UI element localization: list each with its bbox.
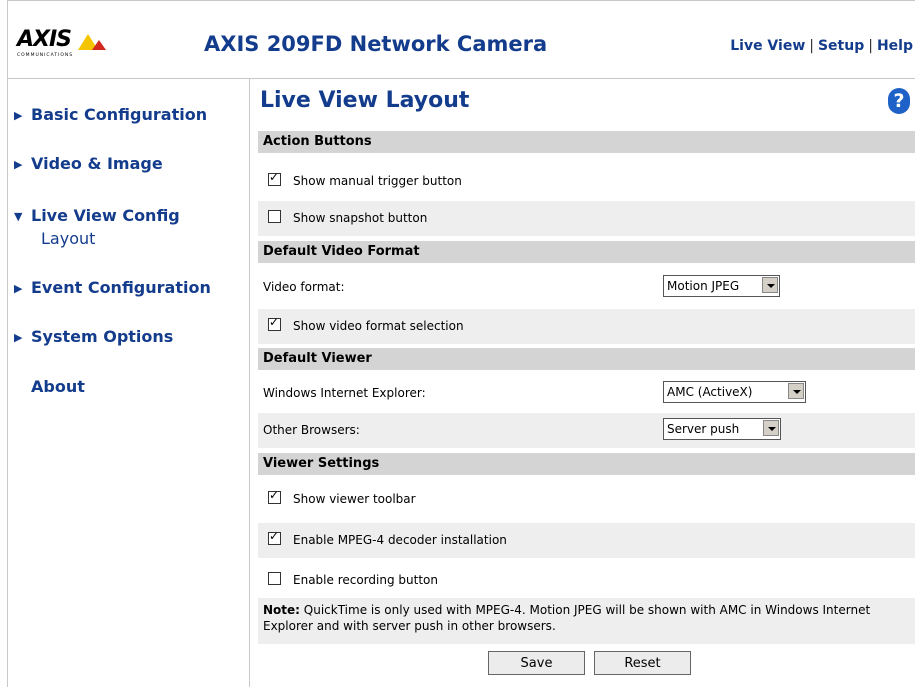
check-mark-icon: ✓ bbox=[269, 488, 280, 502]
ie-viewer-select[interactable]: AMC (ActiveX) bbox=[663, 381, 806, 403]
logo-wordmark: AXIS bbox=[17, 27, 72, 52]
frame-top-border bbox=[8, 0, 915, 1]
chevron-right-icon: ▶ bbox=[14, 109, 23, 122]
section-title: Default Viewer bbox=[263, 351, 372, 366]
nav-help-link[interactable]: Help bbox=[877, 38, 913, 54]
option-row-video-format: Video format: Motion JPEG bbox=[258, 270, 915, 305]
note-box: Note: QuickTime is only used with MPEG-4… bbox=[258, 598, 915, 644]
checkbox-viewer-toolbar[interactable]: ✓ bbox=[268, 488, 281, 504]
option-row-other-browsers: Other Browsers: Server push bbox=[258, 413, 915, 448]
sidebar-subitem-layout[interactable]: Layout bbox=[41, 229, 95, 248]
sidebar-item-label: Video & Image bbox=[31, 154, 163, 173]
sidebar-item-event-configuration[interactable]: ▶ Event Configuration bbox=[14, 278, 211, 297]
option-row-snapshot: Show snapshot button bbox=[258, 201, 915, 236]
chevron-right-icon: ▶ bbox=[14, 158, 23, 171]
sidebar-item-system-options[interactable]: ▶ System Options bbox=[14, 327, 173, 346]
sidebar-item-about[interactable]: About bbox=[31, 377, 85, 396]
sidebar-item-label: Event Configuration bbox=[31, 278, 211, 297]
note-body: QuickTime is only used with MPEG-4. Moti… bbox=[263, 603, 871, 633]
note-label: Note: bbox=[263, 603, 300, 617]
option-row-mpeg4-decoder: ✓ Enable MPEG-4 decoder installation bbox=[258, 523, 915, 558]
checkbox-snapshot[interactable] bbox=[268, 210, 281, 223]
section-header-action-buttons: Action Buttons bbox=[258, 131, 915, 153]
checkbox-recording-button[interactable] bbox=[268, 572, 281, 585]
save-button[interactable]: Save bbox=[488, 651, 585, 675]
chevron-right-icon: ▶ bbox=[14, 331, 23, 344]
section-title: Viewer Settings bbox=[263, 456, 380, 471]
note-text: Note: QuickTime is only used with MPEG-4… bbox=[263, 602, 903, 634]
frame-left-border bbox=[7, 0, 8, 687]
sidebar-item-video-image[interactable]: ▶ Video & Image bbox=[14, 154, 163, 173]
nav-separator: | bbox=[868, 38, 873, 54]
header-divider bbox=[8, 78, 915, 79]
checkbox-label: Show manual trigger button bbox=[293, 174, 462, 188]
select-value: Motion JPEG bbox=[667, 279, 740, 293]
sidebar-item-basic-configuration[interactable]: ▶ Basic Configuration bbox=[14, 105, 207, 124]
sidebar-item-label: Basic Configuration bbox=[31, 105, 208, 124]
field-label: Windows Internet Explorer: bbox=[263, 386, 426, 400]
section-header-default-video-format: Default Video Format bbox=[258, 241, 915, 263]
option-row-video-format-selection: ✓ Show video format selection bbox=[258, 309, 915, 344]
section-header-default-viewer: Default Viewer bbox=[258, 348, 915, 370]
section-header-viewer-settings: Viewer Settings bbox=[258, 453, 915, 475]
option-row-manual-trigger: ✓ Show manual trigger button bbox=[258, 164, 915, 199]
dropdown-arrow-icon[interactable] bbox=[762, 277, 778, 293]
nav-separator: | bbox=[809, 38, 814, 54]
help-icon[interactable]: ? bbox=[888, 88, 910, 114]
check-mark-icon: ✓ bbox=[269, 529, 280, 543]
sidebar-divider bbox=[249, 79, 250, 687]
logo-triangle-icon bbox=[78, 34, 106, 50]
chevron-right-icon: ▶ bbox=[14, 282, 23, 295]
option-row-ie-viewer: Windows Internet Explorer: AMC (ActiveX) bbox=[258, 376, 915, 411]
select-value: AMC (ActiveX) bbox=[667, 385, 753, 399]
field-label: Video format: bbox=[263, 280, 345, 294]
select-value: Server push bbox=[667, 422, 740, 436]
sidebar-item-label: Live View Config bbox=[31, 206, 180, 225]
video-format-select[interactable]: Motion JPEG bbox=[663, 275, 780, 297]
checkbox-label: Enable recording button bbox=[293, 573, 438, 587]
checkbox-manual-trigger[interactable]: ✓ bbox=[268, 170, 281, 186]
checkbox-label: Show video format selection bbox=[293, 319, 464, 333]
checkbox-video-format-selection[interactable]: ✓ bbox=[268, 315, 281, 331]
dropdown-arrow-icon[interactable] bbox=[763, 420, 779, 436]
logo-subtitle: COMMUNICATIONS bbox=[17, 53, 74, 58]
check-mark-icon: ✓ bbox=[269, 170, 280, 184]
sidebar-item-live-view-config[interactable]: ▼ Live View Config bbox=[14, 206, 180, 225]
page-title: Live View Layout bbox=[260, 88, 470, 113]
section-title: Default Video Format bbox=[263, 244, 420, 259]
field-label: Other Browsers: bbox=[263, 423, 360, 437]
nav-live-view-link[interactable]: Live View bbox=[730, 38, 805, 54]
app-title: AXIS 209FD Network Camera bbox=[204, 32, 548, 56]
checkbox-label: Show snapshot button bbox=[293, 211, 428, 225]
other-browsers-select[interactable]: Server push bbox=[663, 418, 781, 440]
sidebar-item-label: About bbox=[31, 377, 85, 396]
top-navigation: Live View | Setup | Help bbox=[730, 38, 913, 54]
checkbox-label: Enable MPEG-4 decoder installation bbox=[293, 533, 507, 547]
option-row-viewer-toolbar: ✓ Show viewer toolbar bbox=[258, 482, 915, 517]
check-mark-icon: ✓ bbox=[269, 315, 280, 329]
option-row-recording-button: Enable recording button bbox=[258, 563, 915, 598]
chevron-down-icon: ▼ bbox=[14, 210, 23, 223]
axis-logo: AXIS COMMUNICATIONS bbox=[17, 27, 117, 63]
section-title: Action Buttons bbox=[263, 134, 372, 149]
reset-button[interactable]: Reset bbox=[594, 651, 691, 675]
checkbox-label: Show viewer toolbar bbox=[293, 492, 416, 506]
sidebar-item-label: System Options bbox=[31, 327, 174, 346]
checkbox-mpeg4-decoder[interactable]: ✓ bbox=[268, 529, 281, 545]
nav-setup-link[interactable]: Setup bbox=[818, 38, 864, 54]
dropdown-arrow-icon[interactable] bbox=[788, 383, 804, 399]
